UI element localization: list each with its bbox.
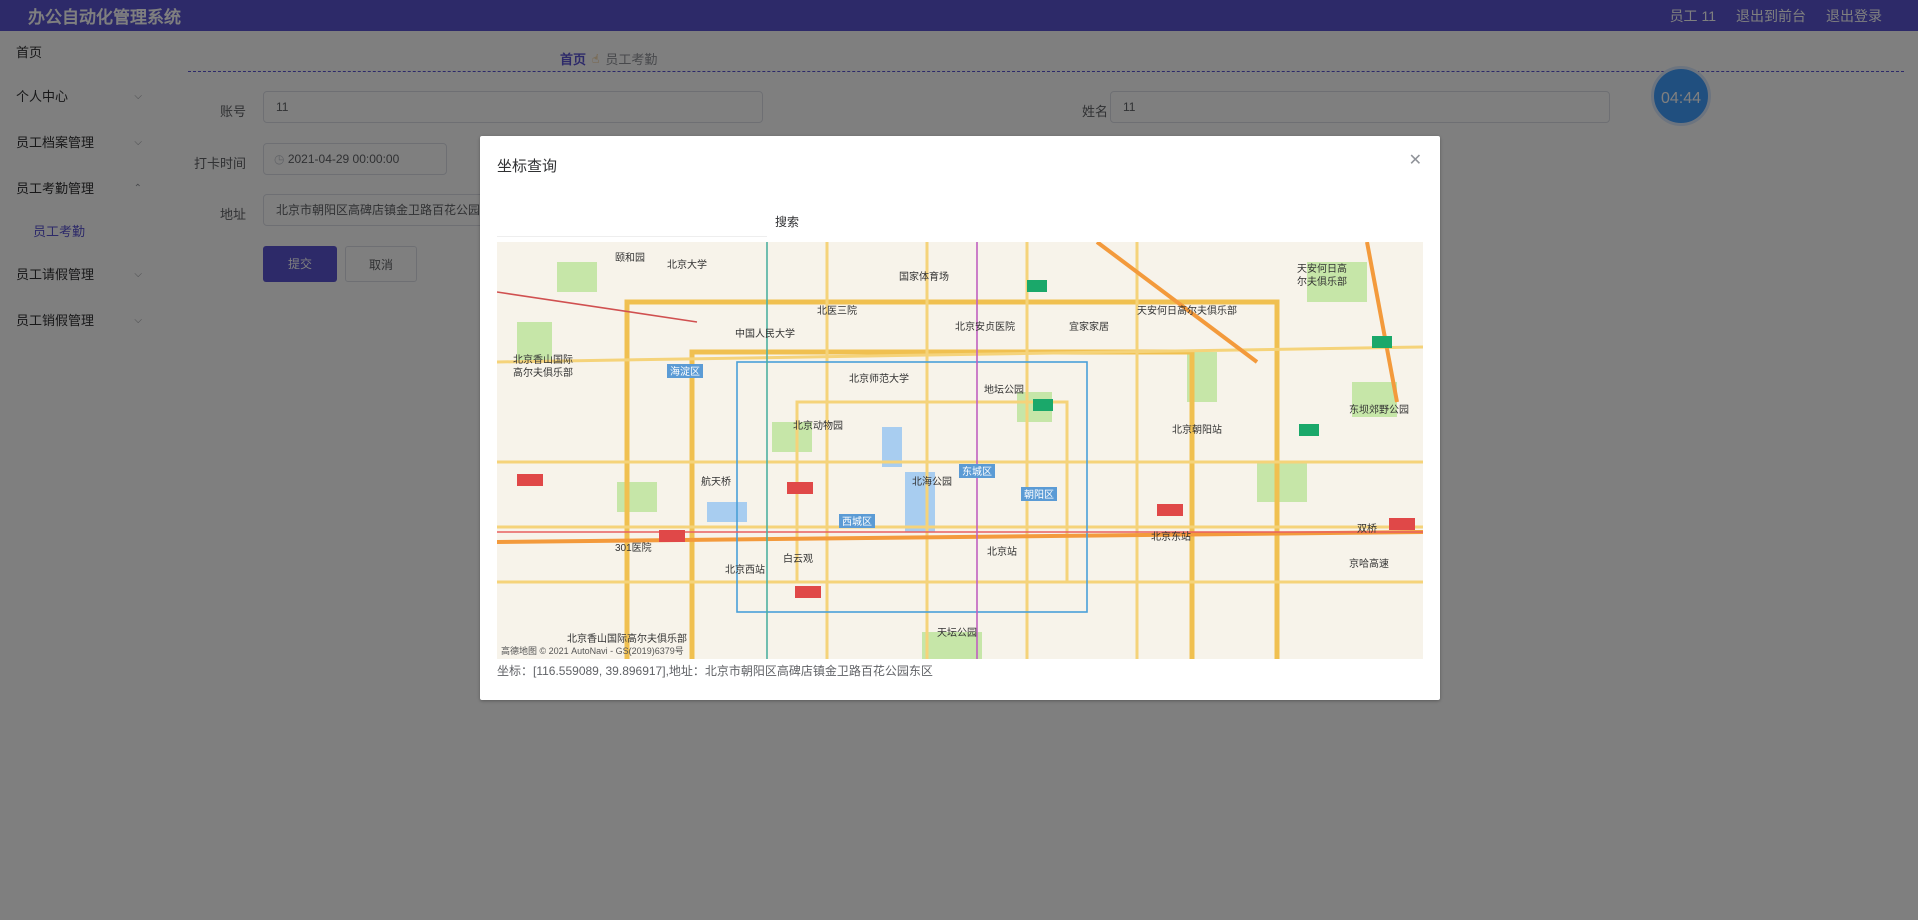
svg-text:高尔夫俱乐部: 高尔夫俱乐部 (513, 366, 573, 379)
svg-text:中国人民大学: 中国人民大学 (735, 327, 795, 340)
dialog-title: 坐标查询 (497, 158, 558, 175)
svg-text:宜家家居: 宜家家居 (1069, 320, 1109, 333)
svg-text:北京东站: 北京东站 (1151, 530, 1191, 543)
search-button[interactable]: 搜索 (775, 208, 799, 236)
svg-text:天安何日高: 天安何日高 (1297, 262, 1347, 275)
svg-text:颐和园: 颐和园 (615, 252, 645, 264)
svg-text:地坛公园: 地坛公园 (984, 383, 1024, 396)
svg-text:朝阳区: 朝阳区 (1024, 489, 1054, 501)
svg-text:北京站: 北京站 (987, 545, 1017, 558)
svg-text:白云观: 白云观 (783, 552, 813, 565)
svg-text:国家体育场: 国家体育场 (899, 270, 949, 283)
map-copyright: 高德地图 © 2021 AutoNavi - GS(2019)6379号 (501, 646, 684, 656)
search-input[interactable] (497, 208, 767, 237)
svg-text:北海公园: 北海公园 (912, 475, 952, 488)
svg-text:航天桥: 航天桥 (701, 475, 731, 488)
coordinate-result: 坐标：[116.559089, 39.896917],地址：北京市朝阳区高碑店镇… (497, 664, 933, 678)
svg-text:东城区: 东城区 (962, 465, 992, 478)
map-canvas: 颐和园 北京大学 国家体育场 北医三院 中国人民大学 北京安贞医院 宜家家居 天… (497, 242, 1423, 659)
svg-text:301医院: 301医院 (615, 541, 652, 554)
svg-text:西城区: 西城区 (842, 516, 872, 528)
svg-text:双桥: 双桥 (1357, 523, 1377, 535)
svg-text:海淀区: 海淀区 (670, 365, 700, 378)
svg-text:北京师范大学: 北京师范大学 (849, 372, 909, 385)
search-bar: 搜索 (497, 208, 1427, 237)
coordinate-dialog: 坐标查询 ✕ 搜索 颐和园 北京大学 国家体育场 北医三院 中国人民大学 北京安… (480, 136, 1440, 700)
svg-text:北京朝阳站: 北京朝阳站 (1172, 423, 1222, 436)
svg-text:尔夫俱乐部: 尔夫俱乐部 (1297, 275, 1347, 288)
close-icon[interactable]: ✕ (1409, 150, 1422, 170)
svg-text:北京动物园: 北京动物园 (793, 419, 843, 432)
svg-text:北京西站: 北京西站 (725, 563, 765, 576)
svg-text:东坝郊野公园: 东坝郊野公园 (1349, 403, 1409, 416)
map-label: 天安何日高尔夫俱乐部 (1137, 304, 1237, 317)
svg-text:北医三院: 北医三院 (817, 304, 857, 317)
map-view[interactable]: 颐和园 北京大学 国家体育场 北医三院 中国人民大学 北京安贞医院 宜家家居 天… (497, 242, 1423, 659)
svg-text:北京安贞医院: 北京安贞医院 (955, 320, 1015, 333)
svg-text:北京香山国际: 北京香山国际 (513, 353, 573, 366)
svg-text:天坛公园: 天坛公园 (937, 627, 977, 639)
svg-text:京哈高速: 京哈高速 (1349, 557, 1389, 570)
svg-text:北京大学: 北京大学 (667, 258, 707, 271)
